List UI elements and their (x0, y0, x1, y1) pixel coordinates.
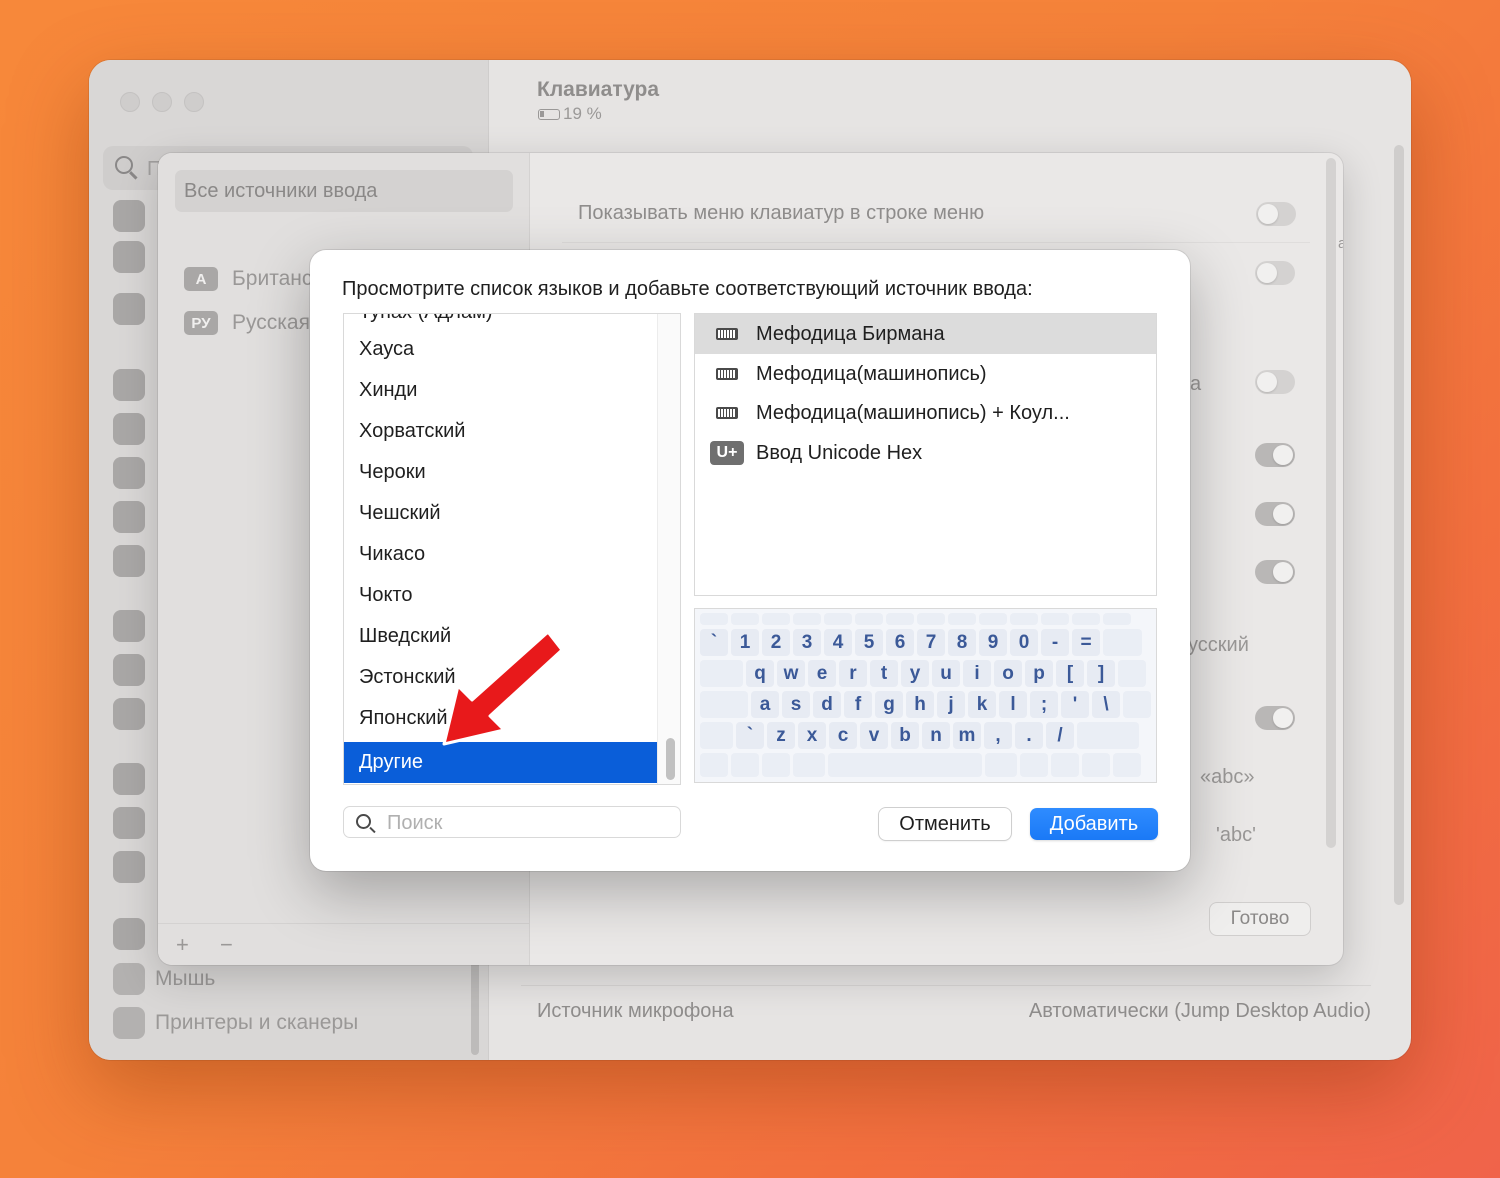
keyboard-fn-row (700, 613, 1131, 625)
sheet-scrollbar[interactable] (1326, 158, 1336, 848)
input-method-list[interactable]: Мефодица Бирмана Мефодица(машинопись) Ме… (694, 313, 1157, 596)
list-footer: + − (158, 923, 530, 965)
minimize-window-button[interactable] (152, 92, 172, 112)
microphone-source-row[interactable]: Источник микрофона Автоматически (Jump D… (521, 985, 1371, 1035)
zoom-window-button[interactable] (184, 92, 204, 112)
keyboard-number-row: ` 1 2 3 4 5 6 7 8 9 0 - = (700, 629, 1142, 656)
language-list-scrollbar[interactable] (657, 314, 680, 784)
sidebar-icon[interactable] (113, 200, 145, 232)
all-input-sources-item[interactable]: Все источники ввода (175, 170, 513, 212)
keyboard-space-row (700, 753, 1141, 777)
single-quotes-select[interactable]: 'abc' (1216, 824, 1256, 847)
list-item[interactable]: Хорватский (344, 411, 657, 452)
setting-toggle[interactable] (1255, 560, 1295, 584)
show-menu-row: Показывать меню клавиатур в строке меню (562, 185, 1310, 243)
key-icon[interactable] (113, 763, 145, 795)
add-input-source-button[interactable]: + (176, 932, 189, 958)
microphone-source-value[interactable]: Автоматически (Jump Desktop Audio) (1029, 1000, 1371, 1023)
keyboard-icon (716, 328, 738, 340)
annotation-arrow-icon (442, 630, 564, 746)
unicode-icon: U+ (710, 441, 744, 465)
done-button[interactable]: Готово (1210, 903, 1310, 935)
keyboard-home-row: a s d f g h j k l ; ' \ (700, 691, 1151, 718)
scrollbar-thumb[interactable] (666, 738, 675, 780)
list-item[interactable]: Чероки (344, 452, 657, 493)
sidebar-icon[interactable] (113, 413, 145, 445)
keyboard-icon (716, 407, 738, 419)
keyboard-bottom-row: ` z x c v b n m , . / (700, 722, 1139, 749)
sidebar-icon[interactable] (113, 241, 145, 273)
battery-icon (538, 109, 560, 120)
cancel-button[interactable]: Отменить (879, 808, 1011, 840)
quotes-select[interactable]: «abc» (1200, 766, 1255, 789)
input-method-item[interactable]: U+ Ввод Unicode Hex (695, 433, 1156, 473)
sidebar-icon[interactable] (113, 545, 145, 577)
add-input-source-dialog: Просмотрите список языков и добавьте соо… (310, 250, 1190, 871)
sidebar-scrollbar[interactable] (471, 960, 479, 1055)
keyboard-preview: ` 1 2 3 4 5 6 7 8 9 0 - = q w e r t y u … (694, 608, 1157, 783)
sidebar-icon[interactable] (113, 293, 145, 325)
main-scrollbar[interactable] (1394, 145, 1404, 905)
remove-input-source-button[interactable]: − (220, 932, 233, 958)
sidebar-icon[interactable] (113, 457, 145, 489)
layout-select[interactable]: усский (1188, 634, 1249, 657)
sidebar-item-mouse[interactable]: Мышь (113, 963, 215, 995)
show-menu-toggle[interactable] (1256, 202, 1296, 226)
keyboard-top-row: q w e r t y u i o p [ ] (700, 660, 1146, 687)
input-source-item[interactable]: A Британс (184, 267, 312, 291)
microphone-source-label: Источник микрофона (537, 1000, 734, 1022)
at-icon[interactable] (113, 807, 145, 839)
lock-icon[interactable] (113, 654, 145, 686)
battery-level: 19 % (563, 104, 602, 123)
sidebar-item-printers[interactable]: Принтеры и сканеры (113, 1007, 358, 1039)
page-title: Клавиатура (537, 78, 660, 101)
close-window-button[interactable] (120, 92, 140, 112)
setting-toggle[interactable] (1255, 706, 1295, 730)
input-source-badge: A (184, 267, 218, 291)
search-input[interactable]: Поиск (343, 806, 681, 838)
keyboard-icon (716, 368, 738, 380)
search-icon (115, 156, 133, 174)
list-item[interactable]: Хинди (344, 370, 657, 411)
setting-toggle[interactable] (1255, 370, 1295, 394)
keyboard-icon[interactable] (113, 918, 145, 950)
game-center-icon[interactable] (113, 851, 145, 883)
mouse-icon (113, 963, 145, 995)
list-item[interactable]: Чокто (344, 575, 657, 616)
input-method-item[interactable]: Мефодица Бирмана (695, 314, 1156, 354)
search-icon (356, 814, 371, 829)
sidebar-icon[interactable] (113, 501, 145, 533)
input-source-badge: РУ (184, 311, 218, 335)
sidebar-icon[interactable] (113, 369, 145, 401)
add-button[interactable]: Добавить (1030, 808, 1158, 840)
lock-icon[interactable] (113, 610, 145, 642)
list-item[interactable]: Хауса (344, 329, 657, 370)
list-item[interactable]: Чикасо (344, 534, 657, 575)
input-method-item[interactable]: Мефодица(машинопись) + Коул... (695, 393, 1156, 433)
setting-toggle[interactable] (1255, 443, 1295, 467)
setting-toggle[interactable] (1255, 502, 1295, 526)
input-source-item[interactable]: РУ Русская (184, 311, 310, 335)
users-icon[interactable] (113, 698, 145, 730)
printer-icon (113, 1007, 145, 1039)
input-method-item[interactable]: Мефодица(машинопись) (695, 354, 1156, 394)
list-item[interactable]: Чешский (344, 493, 657, 534)
setting-toggle[interactable] (1255, 261, 1295, 285)
dialog-title: Просмотрите список языков и добавьте соо… (342, 278, 1033, 300)
